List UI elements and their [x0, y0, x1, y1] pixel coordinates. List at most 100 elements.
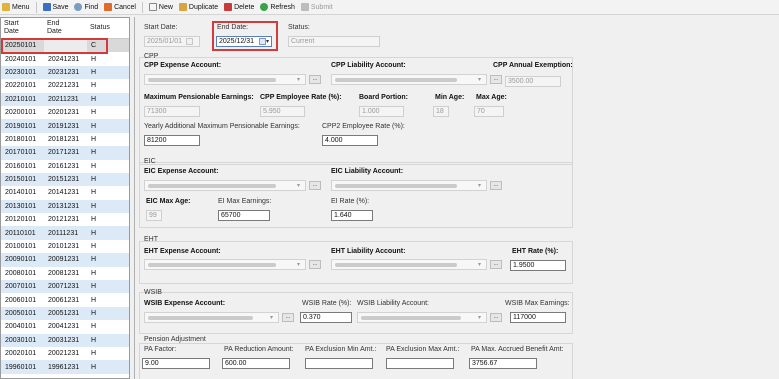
- submit-label: Submit: [310, 3, 333, 11]
- table-row[interactable]: 20020101 20021231 H: [1, 346, 129, 361]
- start-date-cell: 19960101: [5, 363, 37, 371]
- ellipsis-icon[interactable]: ...: [309, 75, 321, 84]
- table-row[interactable]: 20240101 20241231 H: [1, 52, 129, 66]
- save-icon: [42, 3, 51, 11]
- new-button[interactable]: New: [148, 3, 173, 11]
- table-row[interactable]: 20180101 20181231 H: [1, 132, 129, 147]
- calendar-icon[interactable]: [186, 38, 193, 45]
- ellipsis-icon[interactable]: ...: [490, 260, 502, 269]
- blurred-account: [361, 316, 461, 320]
- eht-expense-account-select[interactable]: ▾: [144, 259, 306, 270]
- pa-excl-max-field[interactable]: [386, 358, 454, 369]
- start-date-cell: 20120101: [5, 216, 37, 224]
- pa-reduction-field[interactable]: 600.00: [222, 358, 290, 369]
- ei-rate-label: EI Rate (%):: [331, 198, 370, 205]
- blurred-account: [148, 263, 276, 267]
- table-row[interactable]: 20140101 20141231 H: [1, 186, 129, 200]
- table-row[interactable]: 20230101 20231231 H: [1, 65, 129, 80]
- table-row[interactable]: 20220101 20221231 H: [1, 79, 129, 93]
- cancel-label: Cancel: [114, 3, 136, 11]
- pa-reduction-value: 600.00: [225, 360, 247, 367]
- status-cell: H: [91, 68, 97, 76]
- cpp-expense-account-select[interactable]: ▾: [144, 74, 306, 85]
- min-age-field[interactable]: 18: [433, 106, 449, 117]
- eic-expense-account-select[interactable]: ▾: [144, 180, 306, 191]
- header-start-date[interactable]: Start Date: [1, 18, 44, 38]
- table-row[interactable]: 20060101 20061231 H: [1, 293, 129, 307]
- table-row[interactable]: 20170101 20171231 H: [1, 146, 129, 160]
- end-date-cell: 20071231: [48, 283, 80, 291]
- status-cell: H: [91, 109, 97, 117]
- header-end-date[interactable]: End Date: [44, 18, 87, 38]
- ellipsis-icon[interactable]: ...: [490, 313, 502, 322]
- wsib-rate-field[interactable]: 0.370: [300, 312, 352, 323]
- table-row[interactable]: 20080101 20081231 H: [1, 266, 129, 281]
- ellipsis-icon[interactable]: ...: [309, 181, 321, 190]
- table-row[interactable]: 20100101 20101231 H: [1, 239, 129, 254]
- eic-max-age-field[interactable]: 99: [146, 210, 162, 221]
- dropdown-arrow-icon: ▾: [297, 183, 301, 189]
- submit-icon: [300, 3, 309, 11]
- cpp-employee-rate-field[interactable]: 5.950: [260, 106, 305, 117]
- table-row[interactable]: 20190101 20191231 H: [1, 119, 129, 133]
- eht-liability-account-select[interactable]: ▾: [331, 259, 487, 270]
- max-age-field[interactable]: 70: [474, 106, 504, 117]
- pa-accrued-label: PA Max. Accrued Benefit Amt:: [471, 346, 564, 353]
- save-button[interactable]: Save: [42, 3, 68, 11]
- table-row[interactable]: 20210101 20211231 H: [1, 92, 129, 106]
- table-row[interactable]: 20120101 20121231 H: [1, 213, 129, 227]
- toolbar-separator: [35, 1, 37, 13]
- end-date-cell: 20201231: [48, 109, 80, 117]
- cpp-exemption-label: CPP Annual Exemption:: [493, 62, 573, 69]
- table-row[interactable]: 20160101 20161231 H: [1, 159, 129, 173]
- ellipsis-icon[interactable]: ...: [309, 260, 321, 269]
- ei-max-earnings-field[interactable]: 65700: [218, 210, 270, 221]
- find-button[interactable]: Find: [74, 3, 98, 11]
- wsib-liability-account-select[interactable]: ▾: [357, 312, 487, 323]
- wsib-expense-account-select[interactable]: ▾: [144, 312, 279, 323]
- table-row[interactable]: 20110101 20111231 H: [1, 226, 129, 240]
- min-age-label: Min Age:: [435, 94, 465, 101]
- table-row[interactable]: 20200101 20201231 H: [1, 105, 129, 120]
- board-portion-field[interactable]: 1.000: [359, 106, 404, 117]
- ellipsis-icon[interactable]: ...: [490, 181, 502, 190]
- list-header: Start Date End Date Status: [1, 18, 129, 39]
- eht-rate-field[interactable]: 1.9500: [510, 260, 566, 271]
- pa-excl-min-field[interactable]: [305, 358, 373, 369]
- wsib-expense-label: WSIB Expense Account:: [144, 300, 226, 307]
- header-status[interactable]: Status: [87, 18, 129, 38]
- end-date-cell: 20181231: [48, 135, 80, 143]
- start-date-cell: 20240101: [5, 55, 37, 63]
- pa-accrued-field[interactable]: 3756.67: [469, 358, 537, 369]
- ei-rate-field[interactable]: 1.640: [331, 210, 373, 221]
- max-pensionable-field[interactable]: 71300: [144, 106, 200, 117]
- eic-max-age-value: 99: [149, 212, 157, 219]
- delete-button[interactable]: Delete: [224, 3, 254, 11]
- table-row[interactable]: 20090101 20091231 H: [1, 253, 129, 267]
- cpp-exemption-field[interactable]: 3500.00: [505, 76, 561, 87]
- cancel-button[interactable]: Cancel: [104, 3, 136, 11]
- table-row[interactable]: 20040101 20041231 H: [1, 320, 129, 334]
- table-row[interactable]: 20070101 20071231 H: [1, 280, 129, 294]
- ellipsis-icon[interactable]: ...: [282, 313, 294, 322]
- table-row[interactable]: 20030101 20031231 H: [1, 333, 129, 347]
- eic-liability-account-select[interactable]: ▾: [331, 180, 487, 191]
- max-age-label: Max Age:: [476, 94, 507, 101]
- submit-button[interactable]: Submit: [300, 3, 333, 11]
- cpp2-rate-field[interactable]: 4.000: [322, 135, 378, 146]
- table-row[interactable]: 20050101 20051231 H: [1, 306, 129, 321]
- additional-max-field[interactable]: 81200: [144, 135, 200, 146]
- end-date-cell: 20191231: [48, 122, 80, 130]
- refresh-button[interactable]: Refresh: [260, 3, 295, 11]
- table-row[interactable]: 20130101 20131231 H: [1, 199, 129, 214]
- table-row[interactable]: 19960101 19961231 H: [1, 360, 129, 374]
- end-date-cell: 20081231: [48, 269, 80, 277]
- duplicate-button[interactable]: Duplicate: [178, 3, 218, 11]
- wsib-max-earnings-field[interactable]: 117000: [510, 312, 566, 323]
- cpp-liability-account-select[interactable]: ▾: [331, 74, 487, 85]
- pa-factor-label: PA Factor:: [144, 346, 177, 353]
- menu-button[interactable]: Menu: [2, 3, 30, 11]
- table-row[interactable]: 20150101 20151231 H: [1, 172, 129, 187]
- ellipsis-icon[interactable]: ...: [490, 75, 502, 84]
- pa-factor-field[interactable]: 9.00: [142, 358, 210, 369]
